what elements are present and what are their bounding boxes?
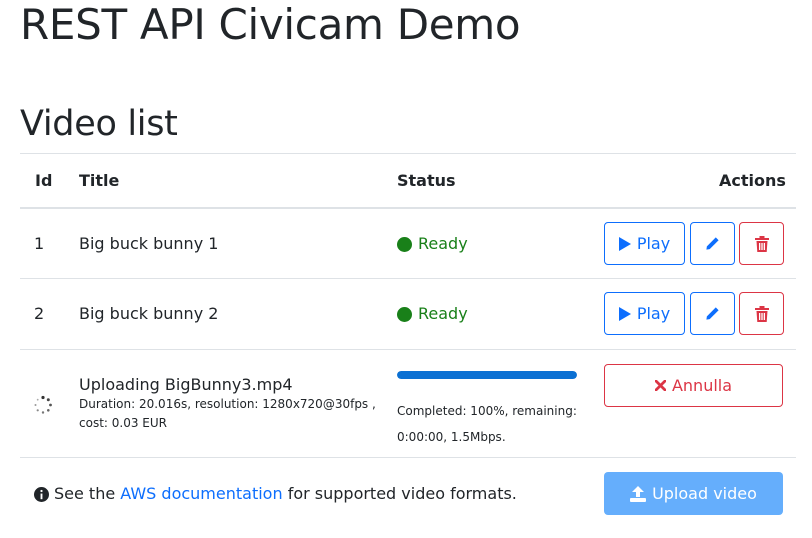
cancel-upload-button[interactable]: Annulla: [604, 364, 783, 407]
play-button[interactable]: Play: [604, 292, 685, 335]
upload-button-label: Upload video: [652, 484, 757, 503]
progress-line2: 0:00:00, 1.5Mbps.: [397, 430, 506, 444]
aws-documentation-link[interactable]: AWS documentation: [120, 484, 282, 504]
section-title: Video list: [20, 104, 178, 144]
pencil-icon: [706, 237, 719, 250]
status-badge: Ready: [397, 304, 468, 324]
page-title: REST API Civicam Demo: [20, 0, 521, 49]
trash-icon: [754, 235, 769, 252]
footer-text-after: for supported video formats.: [287, 484, 517, 503]
delete-button[interactable]: [739, 292, 784, 335]
row-divider: [20, 349, 796, 350]
trash-icon: [754, 305, 769, 322]
status-label: Ready: [418, 234, 468, 253]
header-border: [20, 207, 796, 209]
upload-meta-line2: cost: 0.03 EUR: [79, 416, 167, 430]
play-button-label: Play: [636, 304, 671, 323]
status-badge: Ready: [397, 234, 468, 254]
upload-progress-fill: [397, 371, 577, 379]
row-divider: [20, 278, 796, 279]
status-label: Ready: [418, 304, 468, 323]
info-circle-icon: [34, 486, 49, 502]
upload-progress-text: Completed: 100%, remaining: 0:00:00, 1.5…: [397, 398, 587, 450]
row-divider: [20, 457, 796, 458]
delete-button[interactable]: [739, 222, 784, 265]
upload-icon: [630, 485, 647, 502]
progress-line1: Completed: 100%, remaining:: [397, 404, 577, 418]
footer-text-before: See the: [54, 484, 116, 503]
status-dot-icon: [397, 236, 412, 252]
row-title: Big buck bunny 1: [79, 234, 219, 253]
play-icon: [618, 236, 631, 251]
footer-note: See the AWS documentation for supported …: [34, 484, 517, 504]
upload-meta-line1: Duration: 20.016s, resolution: 1280x720@…: [79, 397, 376, 411]
row-title: Big buck bunny 2: [79, 304, 219, 323]
play-icon: [618, 306, 631, 321]
edit-button[interactable]: [690, 222, 735, 265]
table-top-border: [20, 153, 796, 154]
header-actions: Actions: [719, 171, 786, 190]
upload-video-button[interactable]: Upload video: [604, 472, 783, 515]
pencil-icon: [706, 307, 719, 320]
status-dot-icon: [397, 306, 412, 322]
header-title: Title: [79, 171, 120, 190]
row-id: 1: [34, 234, 45, 253]
times-icon: [654, 380, 666, 391]
header-status: Status: [397, 171, 456, 190]
row-id: 2: [34, 304, 45, 323]
header-id: Id: [35, 171, 53, 190]
upload-title: Uploading BigBunny3.mp4: [79, 375, 293, 394]
upload-progress-bar: [397, 371, 577, 379]
edit-button[interactable]: [690, 292, 735, 335]
play-button[interactable]: Play: [604, 222, 685, 265]
cancel-button-label: Annulla: [671, 376, 733, 395]
play-button-label: Play: [636, 234, 671, 253]
spinner-icon: [34, 395, 52, 414]
